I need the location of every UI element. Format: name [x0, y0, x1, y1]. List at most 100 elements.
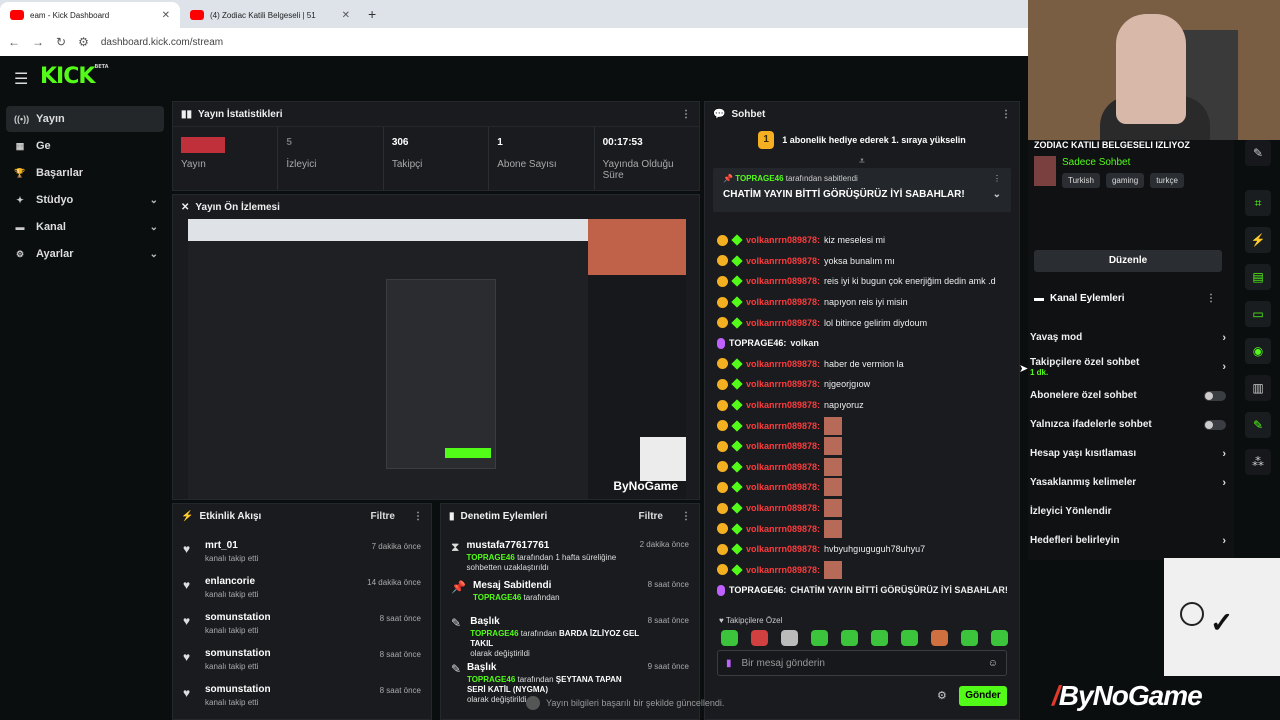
stream-preview-video[interactable]: ByNoGame [188, 219, 686, 499]
chat-message[interactable]: volkanrrn089878: njgeorjgıow [717, 374, 1013, 395]
server-icon[interactable]: ▥ [1245, 375, 1271, 401]
more-icon[interactable]: ⋮ [1206, 293, 1216, 304]
chat-icon[interactable]: ▭ [1245, 301, 1271, 327]
gear-icon[interactable]: ⚙ [937, 689, 947, 702]
focus-icon[interactable]: ⌗ [1245, 190, 1271, 216]
chat-username[interactable]: volkanrrn089878: [746, 441, 820, 451]
more-icon[interactable]: ⋮ [993, 174, 1001, 183]
chat-message[interactable]: volkanrrn089878: hvbyuhgıuguguh78uhyu7 [717, 539, 1013, 560]
chat-username[interactable]: volkanrrn089878: [746, 503, 820, 513]
close-icon[interactable]: ✕ [162, 10, 170, 21]
sidebar-item-ge[interactable]: ▦ Ge [6, 133, 164, 159]
chat-username[interactable]: volkanrrn089878: [746, 276, 820, 286]
toggle-switch[interactable] [1204, 419, 1226, 430]
new-tab-button[interactable]: + [360, 6, 384, 28]
emote-icon[interactable] [781, 630, 798, 646]
chat-username[interactable]: volkanrrn089878: [746, 462, 820, 472]
send-button[interactable]: Gönder [959, 686, 1007, 706]
emote-icon[interactable] [841, 630, 858, 646]
chat-message[interactable]: volkanrrn089878: [717, 518, 1013, 539]
chat-message[interactable]: volkanrrn089878: reis iyi ki bugun çok en… [717, 271, 1013, 292]
sidebar-item-studyo[interactable]: ✦ Stüdyo ⌄ [6, 187, 164, 213]
reload-icon[interactable]: ↻ [56, 35, 66, 49]
category-name[interactable]: Sadece Sohbet [1062, 157, 1130, 168]
more-icon[interactable]: ⋮ [413, 511, 423, 522]
chat-username[interactable]: volkanrrn089878: [746, 482, 820, 492]
chat-username[interactable]: volkanrrn089878: [746, 318, 820, 328]
sidebar-item-basarilar[interactable]: 🏆 Başarılar [6, 160, 164, 186]
channel-action-item[interactable]: İzleyici Yönlendir [1030, 497, 1226, 526]
chat-message[interactable]: volkanrrn089878: napıyon reis iyi misin [717, 292, 1013, 313]
toggle-switch[interactable] [1204, 390, 1226, 401]
chat-message[interactable]: volkanrrn089878: [717, 560, 1013, 581]
lightning-icon[interactable]: ⚡ [1245, 227, 1271, 253]
chat-username[interactable]: volkanrrn089878: [746, 565, 820, 575]
menu-icon[interactable]: ☰ [14, 69, 28, 89]
chat-username[interactable]: volkanrrn089878: [746, 256, 820, 266]
chat-username[interactable]: TOPRAGE46: [729, 338, 786, 348]
sidebar-item-ayarlar[interactable]: ⚙ Ayarlar ⌄ [6, 241, 164, 267]
chat-message[interactable]: volkanrrn089878: [717, 477, 1013, 498]
pencil-icon[interactable]: ✎ [1245, 140, 1271, 166]
emote-icon[interactable] [721, 630, 738, 646]
broadcast-icon[interactable]: ◉ [1245, 338, 1271, 364]
filter-button[interactable]: Filtre [639, 511, 663, 522]
emote-icon[interactable] [961, 630, 978, 646]
chat-message[interactable]: volkanrrn089878: napıyoruz [717, 395, 1013, 416]
close-icon[interactable]: ✕ [342, 10, 350, 21]
gift-sub-banner[interactable]: 11 abonelik hediye ederek 1. sıraya yüks… [705, 126, 1019, 154]
url-field[interactable]: dashboard.kick.com/stream [101, 37, 223, 48]
chat-username[interactable]: volkanrrn089878: [746, 359, 820, 369]
chat-message[interactable]: volkanrrn089878: [717, 498, 1013, 519]
channel-action-item[interactable]: Yasaklanmış kelimeler › [1030, 468, 1226, 497]
back-icon[interactable]: ← [8, 35, 20, 49]
emote-icon[interactable] [991, 630, 1008, 646]
sidebar-item-kanal[interactable]: ▬ Kanal ⌄ [6, 214, 164, 240]
chat-username[interactable]: volkanrrn089878: [746, 524, 820, 534]
channel-action-item[interactable]: Yavaş mod › [1030, 323, 1226, 352]
channel-action-item[interactable]: Hesap yaşı kısıtlaması › [1030, 439, 1226, 468]
chat-message[interactable]: volkanrrn089878: [717, 415, 1013, 436]
pinned-message[interactable]: 📌 TOPRAGE46 tarafından sabitlendi ⋮ CHATİ… [713, 168, 1011, 212]
filter-button[interactable]: Filtre [371, 511, 395, 522]
chat-message[interactable]: volkanrrn089878: [717, 457, 1013, 478]
site-info-icon[interactable]: ⚙ [78, 35, 89, 49]
browser-tab-youtube[interactable]: (4) Zodiac Katili Belgeseli | 51 ✕ [180, 2, 360, 28]
chat-username[interactable]: volkanrrn089878: [746, 235, 820, 245]
emote-icon[interactable] [901, 630, 918, 646]
emote-icon[interactable] [811, 630, 828, 646]
chat-username[interactable]: volkanrrn089878: [746, 421, 820, 431]
emote-icon[interactable] [931, 630, 948, 646]
chat-message[interactable]: TOPRAGE46: volkan [717, 333, 1013, 354]
channel-action-item[interactable]: Hedefleri belirleyin › [1030, 526, 1226, 555]
wrench-icon[interactable]: ✎ [1245, 412, 1271, 438]
chat-message[interactable]: volkanrrn089878: [717, 436, 1013, 457]
more-icon[interactable]: ⋮ [681, 109, 691, 120]
document-icon[interactable]: ▤ [1245, 264, 1271, 290]
kick-logo[interactable]: KICKBETA [40, 64, 109, 89]
chat-username[interactable]: volkanrrn089878: [746, 544, 820, 554]
channel-action-item[interactable]: Yalnızca ifadelerle sohbet [1030, 410, 1226, 439]
chat-message[interactable]: volkanrrn089878: lol bitince gelirim diyd… [717, 312, 1013, 333]
chat-username[interactable]: volkanrrn089878: [746, 379, 820, 389]
chevron-down-icon[interactable]: ⌄ [993, 189, 1001, 200]
apps-icon[interactable]: ⁂ [1245, 449, 1271, 475]
chat-username[interactable]: volkanrrn089878: [746, 297, 820, 307]
edit-button[interactable]: Düzenle [1034, 250, 1222, 272]
channel-action-item[interactable]: Abonelere özel sohbet [1030, 381, 1226, 410]
browser-tab-kick-dashboard[interactable]: eam - Kick Dashboard ✕ [0, 2, 180, 28]
emoji-icon[interactable]: ☺ [988, 658, 998, 669]
channel-action-item[interactable]: Takipçilere özel sohbet 1 dk. › [1030, 352, 1226, 381]
chat-username[interactable]: TOPRAGE46: [729, 585, 786, 595]
sidebar-item-yayin[interactable]: ((•)) Yayın [6, 106, 164, 132]
chat-message[interactable]: volkanrrn089878: yoksa bunalım mı [717, 251, 1013, 272]
chat-message[interactable]: volkanrrn089878: kiz meselesi mi [717, 230, 1013, 251]
chat-username[interactable]: volkanrrn089878: [746, 400, 820, 410]
more-icon[interactable]: ⋮ [681, 511, 691, 522]
emote-icon[interactable] [751, 630, 768, 646]
forward-icon[interactable]: → [32, 35, 44, 49]
chat-input[interactable]: ▮ Bir mesaj gönderin ☺ [717, 650, 1007, 676]
more-icon[interactable]: ⋮ [1001, 109, 1011, 120]
chat-message[interactable]: volkanrrn089878: haber de vermion la [717, 354, 1013, 375]
chat-message[interactable]: TOPRAGE46: CHATİM YAYIN BİTTİ GÖRÜŞÜRÜZ İ… [717, 580, 1013, 601]
